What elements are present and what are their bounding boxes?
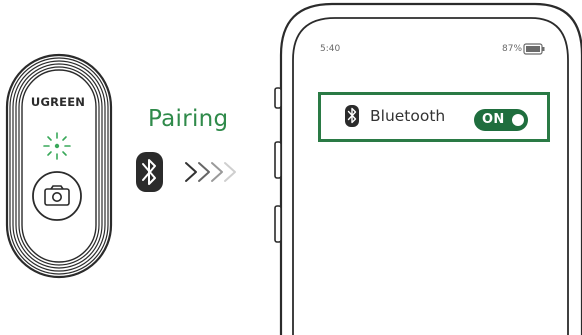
battery-icon: [523, 43, 545, 55]
bluetooth-label: Bluetooth: [370, 107, 446, 125]
bluetooth-icon: [136, 152, 163, 192]
bluetooth-remote: [5, 53, 113, 279]
toggle-knob: [512, 114, 524, 126]
status-time: 5:40: [320, 44, 341, 54]
status-light-icon: [43, 132, 71, 160]
brand-logo: UGREEN: [30, 95, 86, 109]
illustration: UGREEN Pairing 5:40 87% Bluetooth ON: [0, 0, 582, 335]
camera-shutter-icon: [44, 185, 70, 206]
toggle-on-label: ON: [482, 112, 505, 127]
pairing-label: Pairing: [148, 106, 229, 132]
line-art: [5, 2, 582, 335]
bluetooth-setting-row: Bluetooth ON: [318, 92, 550, 142]
shutter-button[interactable]: [32, 171, 82, 221]
chevron-right-icon: [185, 162, 236, 182]
status-battery-percent: 87%: [502, 44, 523, 54]
bluetooth-toggle[interactable]: ON: [474, 109, 528, 131]
